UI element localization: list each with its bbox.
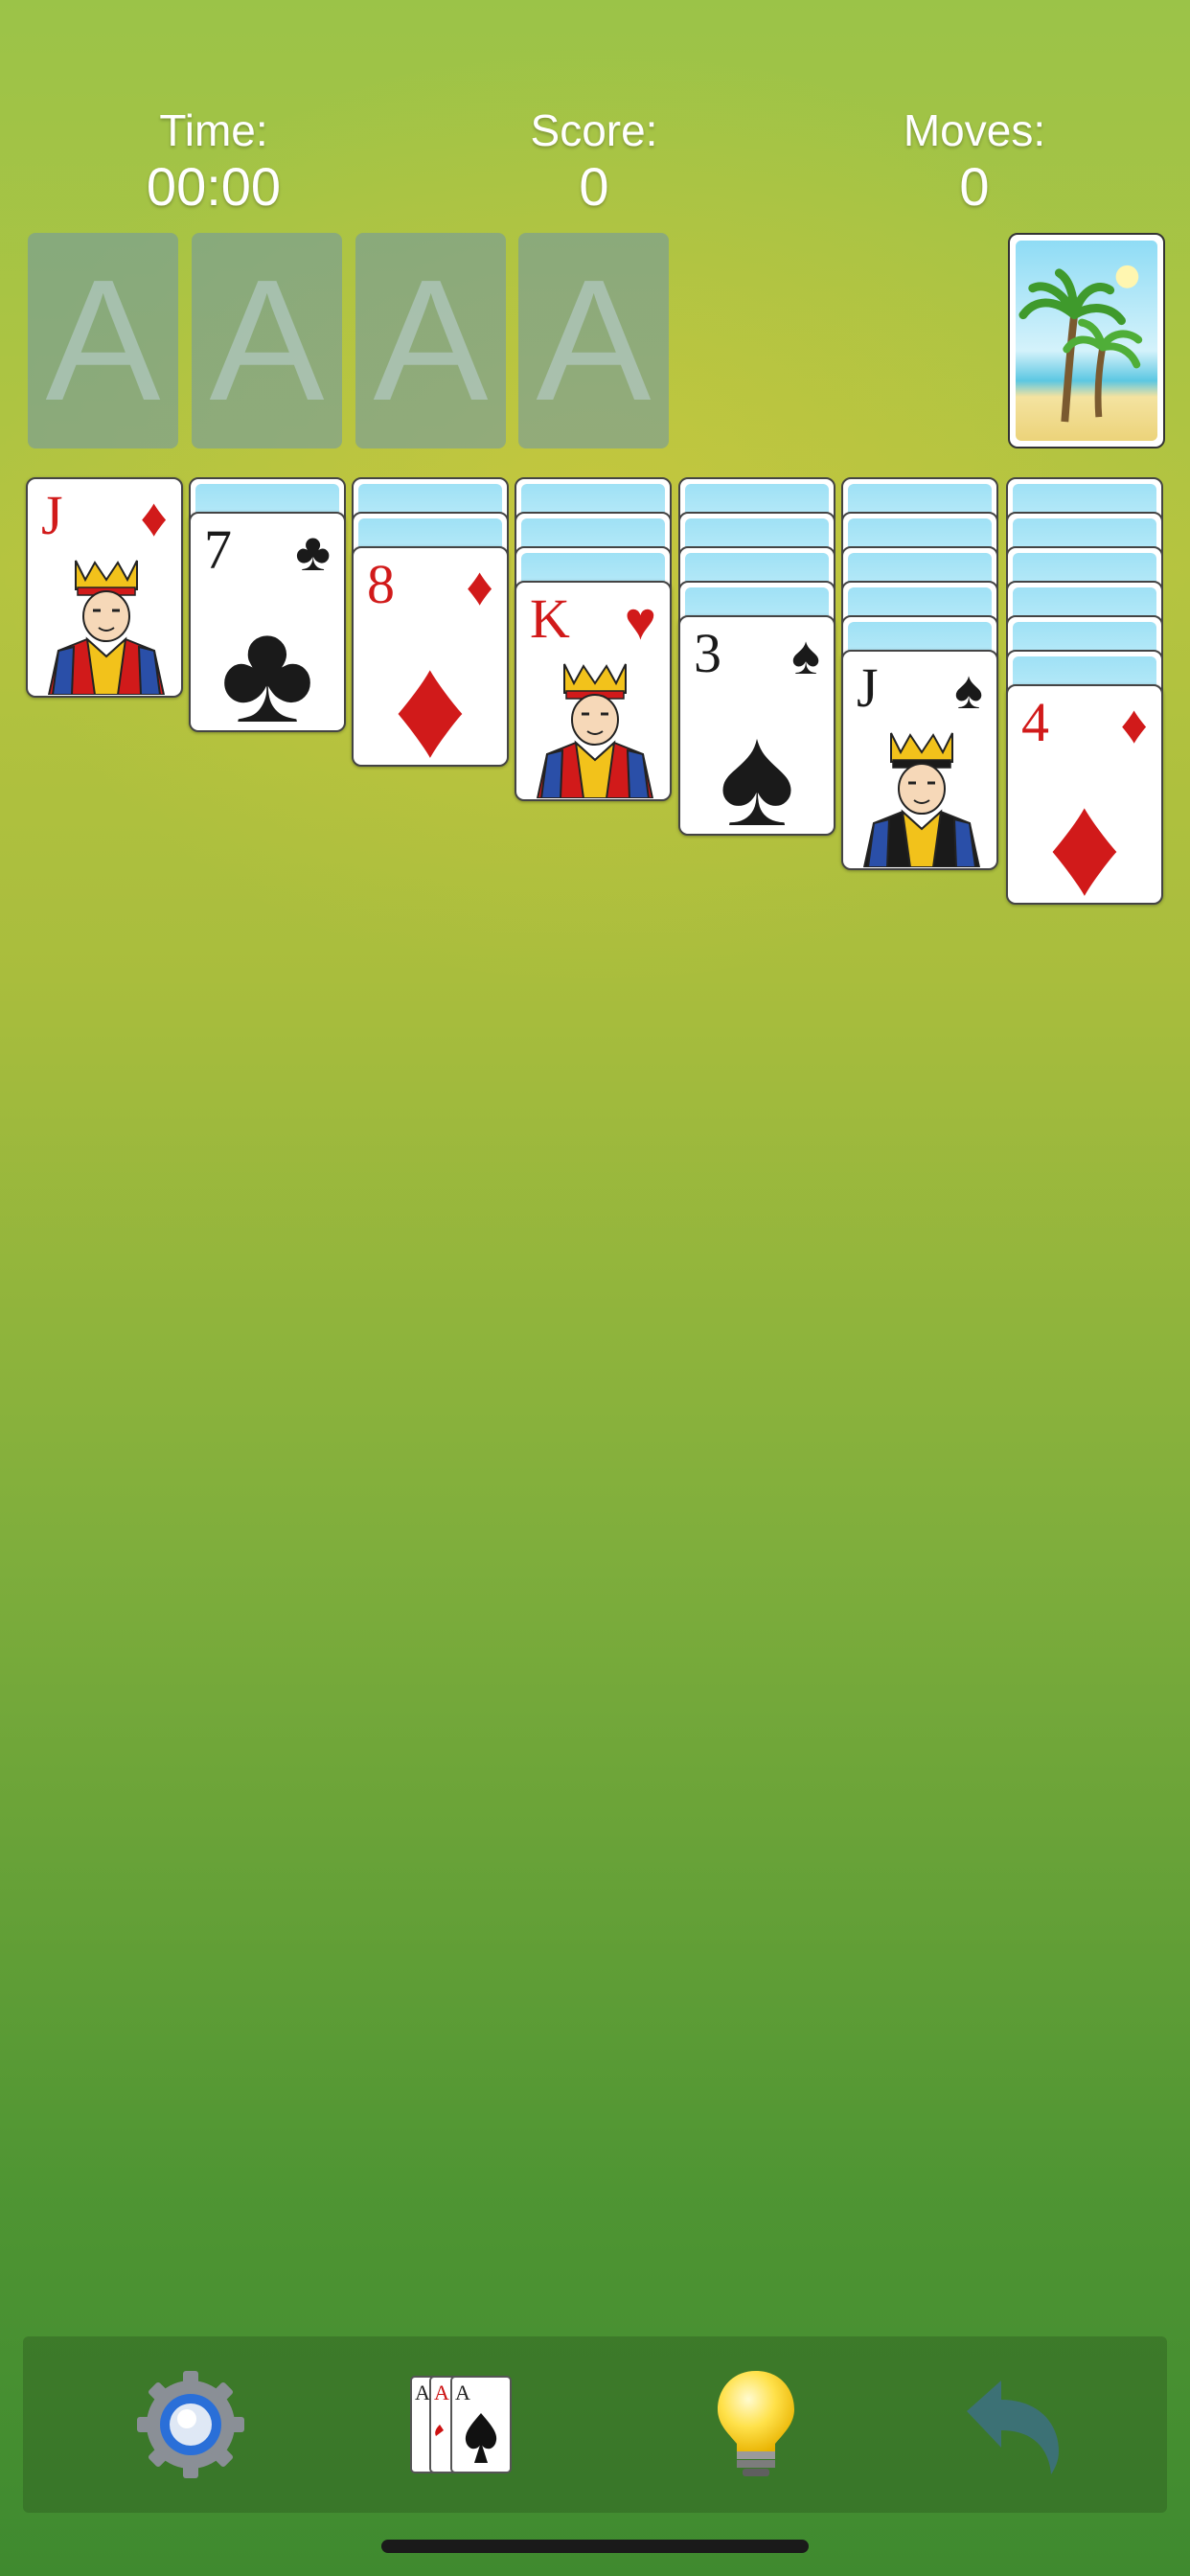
face-up-card[interactable]: K ♥	[515, 581, 672, 801]
new-game-button[interactable]: A A A	[393, 2358, 527, 2492]
card-suit-large: ♦	[393, 626, 468, 767]
card-suit-large: ♠	[719, 695, 795, 836]
jack-portrait-icon	[39, 551, 173, 695]
card-suit-small: ♦	[466, 556, 493, 616]
moves-stat: Moves: 0	[850, 104, 1099, 217]
foundation-pile-2[interactable]: A	[192, 233, 342, 448]
beach-card-back-icon	[1016, 241, 1157, 441]
foundation-pile-1[interactable]: A	[28, 233, 178, 448]
undo-button[interactable]	[943, 2358, 1077, 2492]
home-indicator	[381, 2540, 809, 2553]
card-rank: 8	[367, 553, 395, 615]
face-up-card[interactable]: 4 ♦ ♦	[1006, 684, 1163, 905]
time-value: 00:00	[146, 156, 282, 217]
foundation-placeholder: A	[373, 244, 489, 437]
jack-portrait-icon	[855, 724, 989, 867]
foundation-placeholder: A	[536, 244, 652, 437]
face-up-card[interactable]: J ♠	[841, 650, 998, 870]
foundation-pile-3[interactable]: A	[355, 233, 506, 448]
card-suit-small: ♣	[295, 521, 331, 582]
card-rank: 7	[204, 518, 232, 581]
time-label: Time:	[159, 105, 268, 155]
card-suit-small: ♦	[140, 487, 168, 547]
card-rank: 3	[694, 622, 721, 684]
time-stat: Time: 00:00	[89, 104, 338, 217]
card-suit-small: ♥	[624, 590, 656, 651]
foundation-placeholder: A	[45, 244, 161, 437]
face-up-card[interactable]: 7 ♣ ♣	[189, 512, 346, 732]
face-up-card[interactable]: 3 ♠ ♠	[678, 615, 835, 836]
foundation-pile-4[interactable]: A	[518, 233, 669, 448]
card-rank: J	[857, 656, 879, 719]
svg-text:A: A	[455, 2380, 470, 2404]
foundation-placeholder: A	[209, 244, 325, 437]
moves-label: Moves:	[903, 105, 1046, 155]
gear-icon	[137, 2371, 244, 2478]
face-up-card[interactable]: J ♦	[26, 477, 183, 698]
score-stat: Score: 0	[469, 104, 719, 217]
svg-text:A: A	[415, 2380, 430, 2404]
face-up-card[interactable]: 8 ♦ ♦	[352, 546, 509, 767]
cards-icon: A A A	[410, 2376, 512, 2473]
settings-button[interactable]	[124, 2358, 258, 2492]
card-suit-large: ♣	[219, 591, 315, 732]
card-suit-small: ♠	[954, 659, 983, 720]
bottom-toolbar: A A A	[23, 2336, 1167, 2513]
card-rank: J	[41, 484, 63, 546]
lightbulb-icon	[718, 2371, 794, 2476]
undo-icon	[967, 2380, 1059, 2474]
svg-text:A: A	[434, 2380, 449, 2404]
score-value: 0	[579, 156, 609, 217]
king-portrait-icon	[528, 655, 662, 798]
stock-pile[interactable]	[1008, 233, 1165, 448]
card-suit-small: ♦	[1120, 694, 1148, 754]
card-rank: 4	[1021, 691, 1049, 753]
moves-value: 0	[959, 156, 990, 217]
card-suit-large: ♦	[1047, 764, 1122, 905]
hint-button[interactable]	[689, 2358, 823, 2492]
card-suit-small: ♠	[791, 625, 820, 685]
score-label: Score:	[530, 105, 658, 155]
card-rank: K	[530, 587, 570, 650]
